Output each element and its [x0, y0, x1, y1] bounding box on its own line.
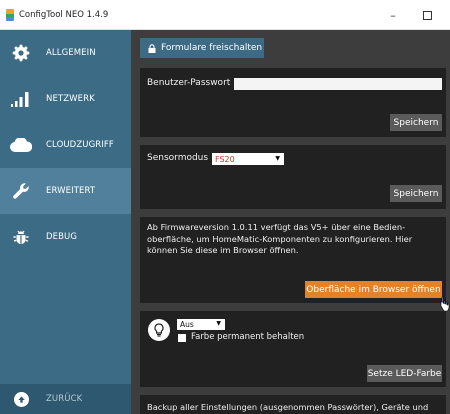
- sidebar-item-debug[interactable]: DEBUG: [0, 214, 131, 260]
- bug-icon: [10, 226, 32, 248]
- password-panel: Benutzer-Passwort Speichern: [140, 68, 446, 137]
- led-panel: Aus ▼ Farbe permanent behalten Setze LED…: [140, 311, 446, 387]
- sidebar-item-label: DEBUG: [46, 232, 78, 242]
- main-content: Formulare freischalten Benutzer-Passwort…: [131, 30, 450, 414]
- gear-icon: [10, 42, 32, 64]
- mouse-cursor-icon: [440, 296, 450, 312]
- keep-color-checkbox[interactable]: [178, 334, 186, 342]
- maximize-icon: [422, 10, 432, 20]
- sidebar-item-allgemein[interactable]: ALLGEMEIN: [0, 30, 131, 76]
- minimize-button[interactable]: –: [376, 0, 410, 30]
- sidebar-item-erweitert[interactable]: ERWEITERT: [0, 168, 131, 214]
- open-browser-button[interactable]: Oberfläche im Browser öffnen: [305, 281, 442, 298]
- minimize-icon: –: [390, 8, 396, 22]
- app-logo-icon: [6, 8, 14, 21]
- backup-panel: Backup aller Einstellungen (ausgenommen …: [140, 395, 446, 414]
- lock-icon: [148, 43, 156, 53]
- sidebar-item-label: CLOUDZUGRIFF: [46, 140, 114, 150]
- window-title: ConfigTool NEO 1.4.9: [19, 9, 109, 20]
- maximize-button[interactable]: [410, 0, 444, 30]
- password-input[interactable]: [234, 78, 442, 90]
- chevron-down-icon: ▼: [216, 320, 221, 327]
- back-arrow-icon: [10, 388, 32, 410]
- sensor-panel: Sensormodus FS20 ▼ Speichern: [140, 145, 446, 209]
- sidebar-item-netzwerk[interactable]: NETZWERK: [0, 76, 131, 122]
- save-password-button[interactable]: Speichern: [390, 114, 442, 131]
- web-interface-panel: Ab Firmwareversion 1.0.11 verfügt das V5…: [140, 217, 446, 303]
- save-sensor-button[interactable]: Speichern: [390, 185, 442, 202]
- sidebar-item-label: ALLGEMEIN: [46, 48, 96, 58]
- web-interface-description: Ab Firmwareversion 1.0.11 verfügt das V5…: [147, 222, 413, 255]
- sidebar-item-label: ERWEITERT: [46, 186, 96, 196]
- window-titlebar: ConfigTool NEO 1.4.9 –: [0, 0, 450, 30]
- set-led-color-button[interactable]: Setze LED-Farbe: [367, 365, 442, 382]
- wrench-icon: [10, 180, 32, 202]
- sensor-mode-value: FS20: [215, 154, 235, 164]
- keep-color-label: Farbe permanent behalten: [191, 332, 305, 342]
- password-label: Benutzer-Passwort: [147, 78, 231, 88]
- back-button[interactable]: ZURÜCK: [0, 384, 131, 414]
- unlock-forms-button[interactable]: Formulare freischalten: [140, 38, 264, 58]
- sidebar-item-label: NETZWERK: [46, 94, 95, 104]
- unlock-forms-label: Formulare freischalten: [161, 43, 263, 53]
- led-color-value: Aus: [180, 320, 194, 329]
- cloud-icon: [10, 134, 32, 156]
- signal-bars-icon: [10, 88, 32, 110]
- sensor-mode-label: Sensormodus: [147, 153, 209, 163]
- chevron-down-icon: ▼: [275, 155, 280, 162]
- lightbulb-icon: [148, 319, 170, 341]
- led-color-select[interactable]: Aus ▼: [177, 319, 225, 330]
- sidebar-item-cloudzugriff[interactable]: CLOUDZUGRIFF: [0, 122, 131, 168]
- back-label: ZURÜCK: [46, 394, 83, 404]
- sidebar: ALLGEMEIN NETZWERK CLOUDZUGRIFF ERWEITER…: [0, 30, 131, 414]
- backup-description: Backup aller Einstellungen (ausgenommen …: [147, 402, 429, 412]
- sensor-mode-select[interactable]: FS20 ▼: [212, 153, 284, 165]
